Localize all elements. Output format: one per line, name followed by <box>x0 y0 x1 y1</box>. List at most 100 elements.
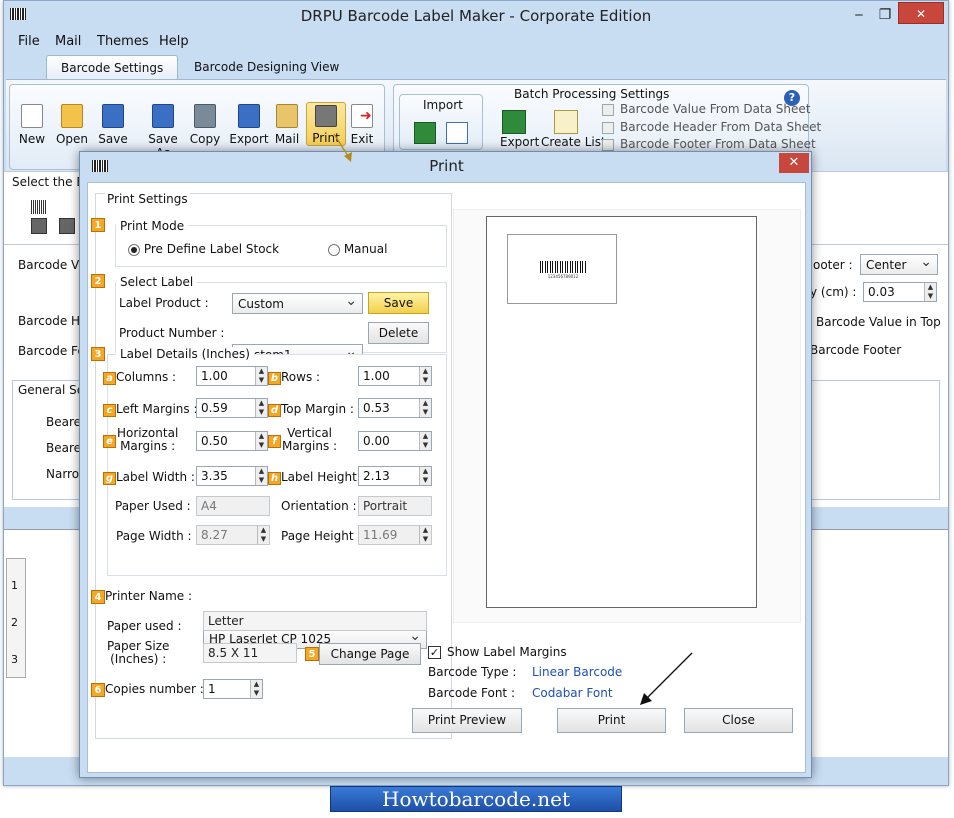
step-number: 2 <box>91 274 105 288</box>
dialog-close-icon[interactable]: ✕ <box>779 153 809 173</box>
label-width-input[interactable]: 3.35 ▲ ▼ <box>196 466 268 486</box>
copy-icon <box>194 104 216 128</box>
help-icon[interactable]: ? <box>784 90 800 106</box>
batch-option-header[interactable]: Barcode Header From Data Sheet <box>602 120 821 134</box>
checkbox[interactable] <box>602 138 614 151</box>
batch-option-value-label: Barcode Value From Data Sheet <box>620 102 811 116</box>
radio-predefine[interactable]: Pre Define Label Stock <box>128 242 279 256</box>
2d-barcode-icon[interactable] <box>31 218 47 234</box>
batch-title: Batch Processing Settings <box>514 87 670 101</box>
excel-export-icon <box>502 110 526 134</box>
print-preview-button[interactable]: Print Preview <box>412 708 522 733</box>
new-button[interactable]: New <box>12 104 52 146</box>
label-height-input[interactable]: 2.13 ▲ ▼ <box>358 466 432 486</box>
radio-manual[interactable]: Manual <box>328 242 387 256</box>
toolbar-arrow-annotation-icon <box>333 133 352 162</box>
change-page-button[interactable]: Change Page <box>319 643 421 665</box>
2d-barcode-icon[interactable] <box>59 218 75 234</box>
left-margins-row: c Left Margins : <box>103 402 198 417</box>
checkbox[interactable] <box>602 121 614 134</box>
y-offset-input[interactable]: 0.03 ▲ ▼ <box>863 282 937 302</box>
dialog-body: Print Settings 1 Print Mode Pre Define L… <box>87 182 806 773</box>
label-width-label: Label Width : <box>116 470 195 484</box>
left-margins-input[interactable]: 0.59 ▲ ▼ <box>196 398 268 418</box>
rows-input[interactable]: 1.00 ▲ ▼ <box>358 366 432 386</box>
ruler-mark: 3 <box>11 653 18 666</box>
spinner-arrows-icon[interactable]: ▲ ▼ <box>255 367 267 385</box>
top-margin-input[interactable]: 0.53 ▲ ▼ <box>358 398 432 418</box>
label-width-row: g Label Width : <box>103 470 195 485</box>
narrow-label: Narro <box>46 467 80 481</box>
batch-option-value[interactable]: Barcode Value From Data Sheet <box>602 102 810 116</box>
checkbox[interactable] <box>602 103 614 116</box>
file-import-icon[interactable] <box>446 122 468 144</box>
new-label: New <box>18 132 46 146</box>
tab-barcode-designing-view[interactable]: Barcode Designing View <box>180 55 353 79</box>
create-list-button[interactable]: Create List <box>541 135 606 149</box>
copy-button[interactable]: Copy <box>185 104 225 146</box>
howtobarcode-banner: Howtobarcode.net <box>330 786 622 812</box>
print-dialog: Print ✕ Print Settings 1 Print Mode Pre … <box>79 151 812 778</box>
print-button[interactable]: Print <box>557 708 666 733</box>
vertical-margins-input[interactable]: 0.00 ▲ ▼ <box>358 431 432 451</box>
delete-label-button[interactable]: Delete <box>368 322 429 344</box>
close-dialog-button[interactable]: Close <box>684 708 793 733</box>
footer-align-label: ooter : <box>813 258 853 272</box>
spinner-arrows-icon[interactable]: ▲ ▼ <box>924 283 936 301</box>
footer-align-select[interactable]: Center <box>860 254 938 275</box>
radio-button-selected[interactable] <box>128 243 140 256</box>
create-list-icon <box>554 110 578 134</box>
print-settings-group: Print Settings 1 Print Mode Pre Define L… <box>91 192 452 739</box>
step-letter: a <box>103 372 116 385</box>
menu-help[interactable]: Help <box>159 34 189 49</box>
window-close-button[interactable]: ✕ <box>898 2 944 24</box>
spinner-arrows-icon[interactable]: ▲ ▼ <box>255 467 267 485</box>
minimize-icon[interactable]: ‒ <box>846 5 872 25</box>
spinner-arrows-icon: ▲ ▼ <box>257 526 269 544</box>
batch-option-footer-label: Barcode Footer From Data Sheet <box>620 137 816 151</box>
barcode-font-label: Barcode Font : <box>428 686 515 700</box>
menu-bar: File Mail Themes Help <box>4 31 948 53</box>
paper-size-field: 8.5 X 11 <box>203 643 297 663</box>
excel-import-icon[interactable] <box>414 122 436 144</box>
mail-toolbar-button[interactable]: Mail <box>267 104 307 146</box>
open-button[interactable]: Open <box>52 104 92 146</box>
label-product-select[interactable]: Custom <box>232 293 363 314</box>
menu-file[interactable]: File <box>18 34 40 49</box>
page-height-input: 11.69 ▲ ▼ <box>358 525 432 545</box>
horizontal-margins-input[interactable]: 0.50 ▲ ▼ <box>196 431 268 451</box>
ruler-mark: 2 <box>11 616 18 629</box>
batch-export-button[interactable]: Export <box>500 135 539 149</box>
app-title: DRPU Barcode Label Maker - Corporate Edi… <box>300 7 652 25</box>
save-toolbar-button[interactable]: Save <box>93 104 133 146</box>
menu-mail[interactable]: Mail <box>55 34 81 49</box>
spinner-arrows-icon[interactable]: ▲ ▼ <box>255 399 267 417</box>
spinner-arrows-icon[interactable]: ▲ ▼ <box>419 399 431 417</box>
spinner-arrows-icon[interactable]: ▲ ▼ <box>419 432 431 450</box>
paper-used-printer-label: Paper used : <box>107 619 182 633</box>
spinner-arrows-icon[interactable]: ▲ ▼ <box>419 367 431 385</box>
export-toolbar-button[interactable]: Export <box>227 104 271 146</box>
copies-label: Copies number : <box>105 682 204 696</box>
copies-value: 1 <box>208 682 216 696</box>
spinner-arrows-icon[interactable]: ▲ ▼ <box>419 467 431 485</box>
step-letter: c <box>103 404 116 417</box>
show-margins-checkbox[interactable]: ✓ Show Label Margins <box>428 645 567 659</box>
paper-used-printer-field: Letter <box>203 611 427 631</box>
export-label: Export <box>229 132 269 146</box>
exit-icon: ➜ <box>351 104 373 128</box>
radio-button[interactable] <box>328 243 340 256</box>
menu-themes[interactable]: Themes <box>97 34 149 49</box>
spinner-arrows-icon[interactable]: ▲ ▼ <box>250 680 262 698</box>
spinner-arrows-icon[interactable]: ▲ ▼ <box>255 432 267 450</box>
linear-barcode-icon[interactable] <box>31 200 47 214</box>
save-label-button[interactable]: Save <box>368 292 429 314</box>
checkbox-checked-icon[interactable]: ✓ <box>428 646 441 659</box>
label-height-label: Label Height : <box>281 470 365 484</box>
horizontal-label-line2: Margins : <box>120 439 176 453</box>
columns-input[interactable]: 1.00 ▲ ▼ <box>196 366 268 386</box>
tab-barcode-settings[interactable]: Barcode Settings <box>46 55 179 79</box>
copies-input[interactable]: 1 ▲ ▼ <box>203 679 263 699</box>
maximize-icon[interactable]: ❐ <box>872 5 898 25</box>
batch-option-footer[interactable]: Barcode Footer From Data Sheet <box>602 137 816 151</box>
